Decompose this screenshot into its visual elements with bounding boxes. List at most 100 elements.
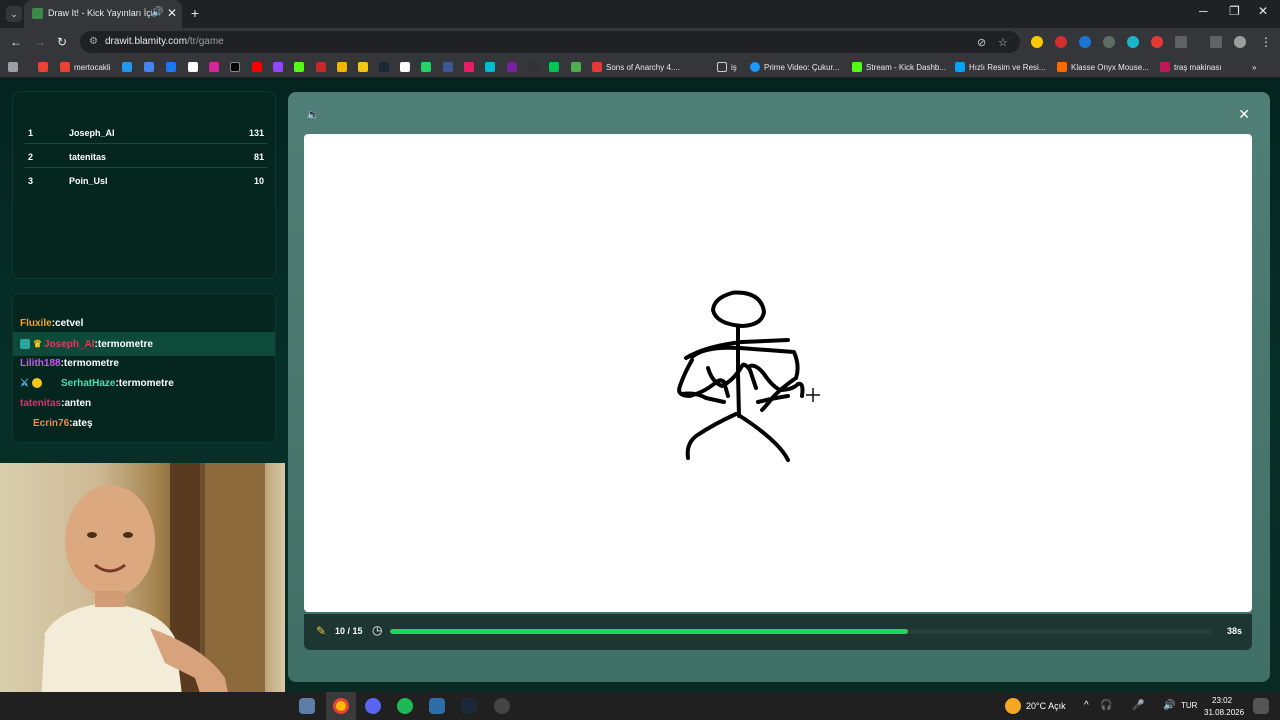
chat-username: Joseph_AI <box>43 338 95 350</box>
stroke-hip2 <box>756 394 790 404</box>
bookmark-item[interactable]: Sons of Anarchy 4.... <box>592 61 680 73</box>
bookmark-item[interactable]: Prime Video: Çukur... <box>750 61 839 73</box>
github-icon[interactable] <box>400 62 410 72</box>
bookmark-icon[interactable] <box>485 62 495 72</box>
game-page: 1 Joseph_AI 131 2 tatenitas 81 3 Poin_Us… <box>0 78 1280 692</box>
player-name: Joseph_AI <box>69 128 115 138</box>
youtube-icon[interactable] <box>252 62 262 72</box>
notification-center-icon[interactable] <box>1253 698 1269 714</box>
neck-shape <box>95 591 125 607</box>
apps-grid-icon[interactable] <box>8 62 18 72</box>
browser-menu-icon[interactable]: ⋮ <box>1260 35 1272 49</box>
bookmark-icon[interactable] <box>144 62 154 72</box>
rank: 1 <box>28 128 34 138</box>
obs-icon[interactable] <box>494 698 510 714</box>
tray-expand-icon[interactable]: ^ <box>1084 700 1089 711</box>
kick-icon[interactable] <box>294 62 304 72</box>
tab-search-icon[interactable]: ⌄ <box>6 6 22 22</box>
google-icon[interactable] <box>188 62 198 72</box>
eye-off-icon[interactable]: ⊘ <box>977 36 986 49</box>
extension-icon[interactable] <box>1127 36 1139 48</box>
discord-icon[interactable] <box>365 698 381 714</box>
steam-icon[interactable] <box>379 62 389 72</box>
bookmark-item[interactable]: traş makinası <box>1160 61 1222 73</box>
chat-message: Ecrin76: ateş <box>33 413 93 433</box>
chat-username: SerhatHaze <box>60 377 116 389</box>
steam-icon[interactable] <box>461 698 477 714</box>
drawing-strokes <box>677 290 820 462</box>
extension-icon[interactable] <box>1103 36 1115 48</box>
forward-icon[interactable]: → <box>34 35 46 49</box>
gmail-icon <box>60 62 70 72</box>
bookmark-icon[interactable] <box>443 62 453 72</box>
clock-time[interactable]: 23:02 <box>1212 696 1232 705</box>
instagram-icon[interactable] <box>209 62 219 72</box>
profile-avatar[interactable] <box>1234 36 1246 48</box>
new-tab-button[interactable]: + <box>188 6 202 20</box>
modal-close-icon[interactable]: ✕ <box>1238 106 1250 123</box>
chat-username: Fluxile <box>20 317 52 329</box>
whatsapp-icon[interactable] <box>421 62 431 72</box>
bookmark-icon[interactable] <box>122 62 132 72</box>
app-icon[interactable] <box>429 698 445 714</box>
time-progress-fill <box>390 629 908 634</box>
microphone-icon[interactable]: 🎤 <box>1132 700 1144 711</box>
twitch-icon[interactable] <box>273 62 283 72</box>
restore-icon[interactable]: ❐ <box>1229 4 1240 18</box>
language-indicator[interactable]: TUR <box>1181 701 1197 710</box>
site-info-icon[interactable]: ⚙ <box>89 36 98 47</box>
rank: 2 <box>28 152 34 162</box>
extension-icon[interactable] <box>1151 36 1163 48</box>
bookmark-icon[interactable] <box>316 62 326 72</box>
bookmark-icon[interactable] <box>464 62 474 72</box>
browser-tab[interactable]: Draw It! - Kick Yayınları İçin 🔊 ✕ <box>24 0 182 28</box>
bookmark-icon[interactable] <box>549 62 559 72</box>
audio-playing-icon[interactable]: 🔊 <box>151 7 163 18</box>
adblock-icon[interactable] <box>1055 36 1067 48</box>
bookmark-item[interactable]: Klasse Onyx Mouse... <box>1057 61 1149 73</box>
sub-badge-icon <box>20 339 30 349</box>
volume-icon[interactable]: 🔊 <box>1163 700 1175 711</box>
bookmark-item[interactable]: mertocakli <box>60 61 110 73</box>
gmail-icon[interactable] <box>38 62 48 72</box>
chat-username: Lilith188 <box>20 357 61 369</box>
bookmark-icon[interactable] <box>507 62 517 72</box>
bookmark-icon[interactable] <box>358 62 368 72</box>
reload-icon[interactable]: ↻ <box>57 35 67 49</box>
media-control-icon[interactable] <box>1210 36 1222 48</box>
bookmark-folder[interactable]: iş <box>717 61 737 73</box>
bookmark-icon[interactable] <box>337 62 347 72</box>
player-name: Poin_Usl <box>69 176 108 186</box>
calculator-icon[interactable] <box>299 698 315 714</box>
windows-taskbar: 20°C Açık ^ 🎧 🎤 🔊 TUR 23:02 31.08.2026 <box>0 692 1280 720</box>
address-bar[interactable]: ⚙ drawit.blamity.com/tr/game ⊘ ☆ <box>80 31 1020 53</box>
spotify-icon[interactable] <box>397 698 413 714</box>
bookmark-item[interactable]: Stream - Kick Dashb... <box>852 61 946 73</box>
face-shape <box>65 485 155 597</box>
sound-toggle-icon[interactable]: 🔈 <box>306 108 320 121</box>
bookmark-star-icon[interactable]: ☆ <box>998 36 1008 49</box>
bookmark-favicon-icon <box>1160 62 1170 72</box>
facebook-icon[interactable] <box>166 62 176 72</box>
tab-close-icon[interactable]: ✕ <box>167 6 177 20</box>
round-counter: 10 / 15 <box>335 626 363 636</box>
chrome-icon[interactable] <box>333 698 349 714</box>
bookmark-icon[interactable] <box>571 62 581 72</box>
headset-icon[interactable]: 🎧 <box>1100 700 1112 711</box>
clock-date[interactable]: 31.08.2026 <box>1204 708 1244 717</box>
bookmarks-overflow-icon[interactable]: » <box>1252 61 1256 73</box>
weather-text[interactable]: 20°C Açık <box>1026 701 1066 711</box>
minimize-icon[interactable]: ─ <box>1199 4 1208 18</box>
bookmark-item[interactable]: Hızlı Resim ve Resi... <box>955 61 1045 73</box>
window-close-icon[interactable]: ✕ <box>1258 4 1268 18</box>
player-name: tatenitas <box>69 152 107 162</box>
weather-icon[interactable] <box>1005 698 1021 714</box>
extension-icon[interactable] <box>1079 36 1091 48</box>
x-icon[interactable] <box>230 62 240 72</box>
bookmark-icon[interactable] <box>528 62 538 72</box>
back-icon[interactable]: ← <box>10 35 22 49</box>
drawing-canvas[interactable] <box>304 134 1252 612</box>
extensions-puzzle-icon[interactable] <box>1175 36 1187 48</box>
leaderboard-row: 2 tatenitas 81 <box>25 146 267 168</box>
extension-icon[interactable] <box>1031 36 1043 48</box>
